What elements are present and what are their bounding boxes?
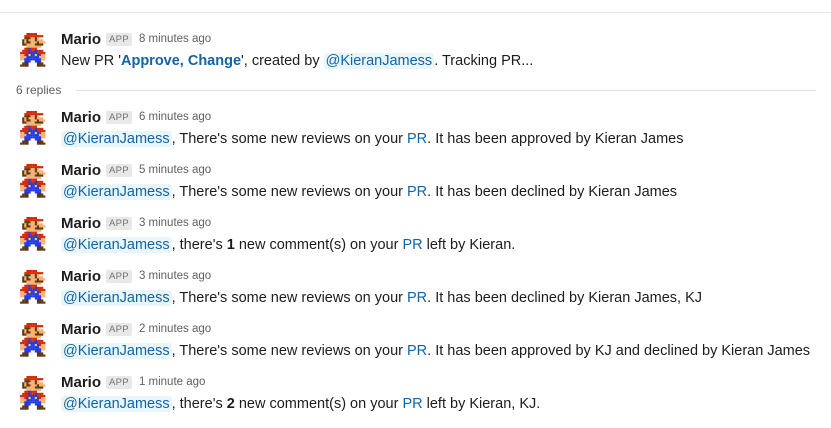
- sender-name[interactable]: Mario: [61, 215, 101, 232]
- user-mention[interactable]: @KieranJamess: [323, 53, 435, 69]
- sender-name[interactable]: Mario: [61, 162, 101, 179]
- pr-link[interactable]: PR: [407, 131, 427, 147]
- sender-name[interactable]: Mario: [61, 321, 101, 338]
- message-header: Mario APP 5 minutes ago: [61, 161, 211, 179]
- message-body: @KieranJamess, There's some new reviews …: [61, 182, 677, 202]
- pr-link[interactable]: PR: [407, 184, 427, 200]
- text-a: , There's some new reviews on your: [171, 290, 407, 306]
- reply-message: Mario APP 3 minutes ago @KieranJamess, t…: [0, 214, 831, 264]
- message-body: @KieranJamess, There's some new reviews …: [61, 129, 683, 149]
- message-header: Mario APP 1 minute ago: [61, 373, 205, 391]
- app-badge: APP: [106, 32, 132, 46]
- timestamp[interactable]: 2 minutes ago: [139, 323, 211, 335]
- replies-divider: 6 replies: [0, 82, 831, 100]
- mario-avatar-icon[interactable]: [18, 111, 48, 147]
- user-mention[interactable]: @KieranJamess: [61, 237, 172, 253]
- message-header: Mario APP 8 minutes ago: [61, 30, 211, 48]
- reply-message: Mario APP 1 minute ago @KieranJamess, th…: [0, 373, 831, 423]
- app-badge: APP: [106, 110, 132, 124]
- pr-title-link[interactable]: Approve, Change: [121, 53, 241, 69]
- top-divider: [0, 12, 831, 13]
- reply-message: Mario APP 3 minutes ago @KieranJamess, T…: [0, 267, 831, 317]
- message-header: Mario APP 6 minutes ago: [61, 108, 211, 126]
- text-a: , There's some new reviews on your: [171, 184, 407, 200]
- message-header: Mario APP 2 minutes ago: [61, 320, 211, 338]
- message-header: Mario APP 3 minutes ago: [61, 267, 211, 285]
- text-b: . It has been approved by Kieran James: [427, 131, 684, 147]
- pr-link[interactable]: PR: [402, 396, 422, 412]
- app-badge: APP: [106, 163, 132, 177]
- message-body: @KieranJamess, there's 1 new comment(s) …: [61, 235, 515, 255]
- sender-name[interactable]: Mario: [61, 31, 101, 48]
- text-b: . It has been approved by KJ and decline…: [427, 343, 811, 359]
- timestamp[interactable]: 3 minutes ago: [139, 217, 211, 229]
- app-badge: APP: [106, 322, 132, 336]
- timestamp[interactable]: 1 minute ago: [139, 376, 206, 388]
- comment-count: 2: [226, 396, 235, 412]
- mario-avatar-icon[interactable]: [18, 217, 48, 253]
- timestamp[interactable]: 5 minutes ago: [139, 164, 211, 176]
- pr-link[interactable]: PR: [402, 237, 422, 253]
- text-b: . It has been declined by Kieran James: [427, 184, 678, 200]
- reply-message: Mario APP 6 minutes ago @KieranJamess, T…: [0, 108, 831, 158]
- user-mention[interactable]: @KieranJamess: [61, 396, 172, 412]
- text-a: , There's some new reviews on your: [171, 343, 407, 359]
- app-badge: APP: [106, 375, 132, 389]
- text-suffix: . Tracking PR...: [434, 53, 534, 69]
- text-c: new comment(s) on your: [234, 237, 403, 253]
- reply-message: Mario APP 2 minutes ago @KieranJamess, T…: [0, 320, 831, 370]
- mario-avatar-icon[interactable]: [18, 270, 48, 306]
- pr-link[interactable]: PR: [407, 343, 427, 359]
- text-a: , there's: [171, 396, 227, 412]
- text-b: left by Kieran.: [422, 237, 516, 253]
- text-b: left by Kieran, KJ.: [422, 396, 541, 412]
- replies-count: 6 replies: [16, 83, 62, 97]
- mario-avatar-icon[interactable]: [18, 376, 48, 412]
- user-mention[interactable]: @KieranJamess: [61, 184, 172, 200]
- message-header: Mario APP 3 minutes ago: [61, 214, 211, 232]
- sender-name[interactable]: Mario: [61, 374, 101, 391]
- message-body: @KieranJamess, There's some new reviews …: [61, 288, 702, 308]
- message-body: New PR 'Approve, Change', created by @Ki…: [61, 51, 533, 71]
- timestamp[interactable]: 6 minutes ago: [139, 111, 211, 123]
- parent-message: Mario APP 8 minutes ago New PR 'Approve,…: [0, 30, 831, 80]
- user-mention[interactable]: @KieranJamess: [61, 343, 172, 359]
- text-mid: ', created by: [241, 53, 324, 69]
- sender-name[interactable]: Mario: [61, 268, 101, 285]
- comment-count: 1: [226, 237, 235, 253]
- mario-avatar-icon[interactable]: [18, 33, 48, 69]
- reply-message: Mario APP 5 minutes ago @KieranJamess, T…: [0, 161, 831, 211]
- user-mention[interactable]: @KieranJamess: [61, 131, 172, 147]
- app-badge: APP: [106, 216, 132, 230]
- text-a: , There's some new reviews on your: [171, 131, 407, 147]
- pr-link[interactable]: PR: [407, 290, 427, 306]
- message-body: @KieranJamess, there's 2 new comment(s) …: [61, 394, 540, 414]
- text-prefix: New PR ': [61, 53, 121, 69]
- mario-avatar-icon[interactable]: [18, 164, 48, 200]
- text-a: , there's: [171, 237, 227, 253]
- timestamp[interactable]: 8 minutes ago: [139, 33, 211, 45]
- text-b: . It has been declined by Kieran James, …: [427, 290, 703, 306]
- message-body: @KieranJamess, There's some new reviews …: [61, 341, 810, 361]
- app-badge: APP: [106, 269, 132, 283]
- mario-avatar-icon[interactable]: [18, 323, 48, 359]
- timestamp[interactable]: 3 minutes ago: [139, 270, 211, 282]
- sender-name[interactable]: Mario: [61, 109, 101, 126]
- replies-divider-line: [76, 90, 816, 91]
- text-c: new comment(s) on your: [234, 396, 403, 412]
- user-mention[interactable]: @KieranJamess: [61, 290, 172, 306]
